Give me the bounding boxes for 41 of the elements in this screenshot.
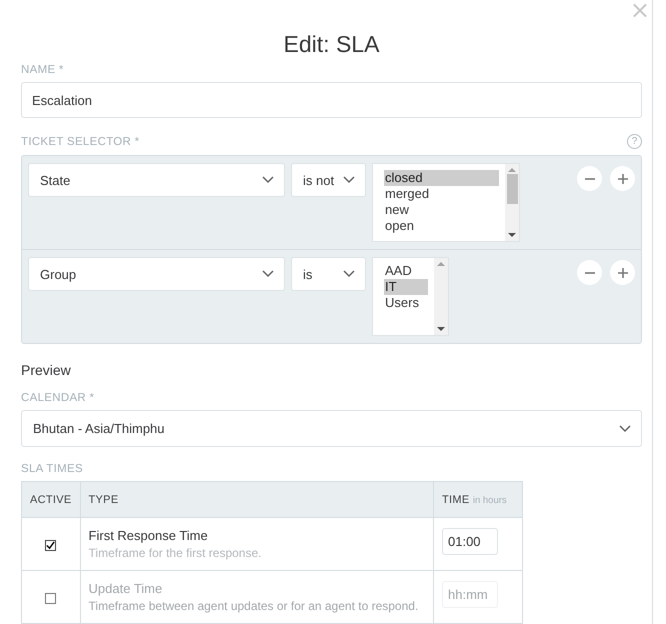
unit-hint: in hours [472, 494, 507, 506]
column-header: ACTIVE [22, 482, 80, 518]
field-label: NAME * [21, 64, 65, 76]
sla-type-description: Timeframe between agent updates or for an agent to respond. [88, 599, 420, 613]
value-listbox[interactable]: AAD IT Users [372, 257, 449, 336]
listbox-option[interactable]: AAD [384, 263, 434, 279]
chevron-icon [262, 270, 274, 278]
column-header: TYPE [80, 482, 434, 518]
field-label: TICKET SELECTOR * [21, 136, 140, 148]
checkbox[interactable] [45, 540, 56, 551]
listbox-option[interactable]: merged [384, 186, 505, 202]
field-label: SLA TIMES [21, 463, 84, 475]
attribute-select[interactable]: Group [28, 257, 285, 291]
sla-type-title: Update Time [88, 581, 164, 596]
chevron-icon [343, 176, 355, 184]
chevron-icon [343, 270, 355, 278]
listbox-option[interactable]: IT [384, 279, 428, 295]
section-heading: Preview [21, 362, 72, 378]
chevron-icon [262, 176, 274, 184]
listbox-option[interactable]: closed [384, 170, 499, 186]
field-label: CALENDAR * [21, 392, 96, 404]
chevron-icon [619, 424, 631, 432]
listbox-option[interactable]: open [384, 218, 505, 234]
time-input[interactable]: 01:00 [442, 528, 498, 555]
sla-type-description: Timeframe for the first response. [88, 546, 262, 560]
checkbox[interactable] [45, 592, 56, 604]
listbox-option[interactable]: Users [384, 295, 434, 311]
name-input[interactable]: Escalation [21, 82, 642, 118]
scrollbar[interactable] [434, 258, 448, 335]
sla-type-title: First Response Time [88, 528, 209, 543]
scrollbar[interactable] [505, 164, 519, 241]
modal-title: Edit: SLA [284, 30, 380, 58]
calendar-select[interactable]: Bhutan - Asia/Thimphu [21, 410, 642, 447]
column-header: TIME [442, 494, 470, 506]
operator-select[interactable]: is not [291, 163, 366, 197]
add-icon[interactable] [610, 260, 635, 285]
value-listbox[interactable]: closed merged new open [372, 163, 520, 242]
operator-select[interactable]: is [291, 257, 366, 291]
listbox-option[interactable]: new [384, 202, 505, 218]
attribute-select[interactable]: State [28, 163, 285, 197]
add-icon[interactable] [610, 166, 635, 191]
